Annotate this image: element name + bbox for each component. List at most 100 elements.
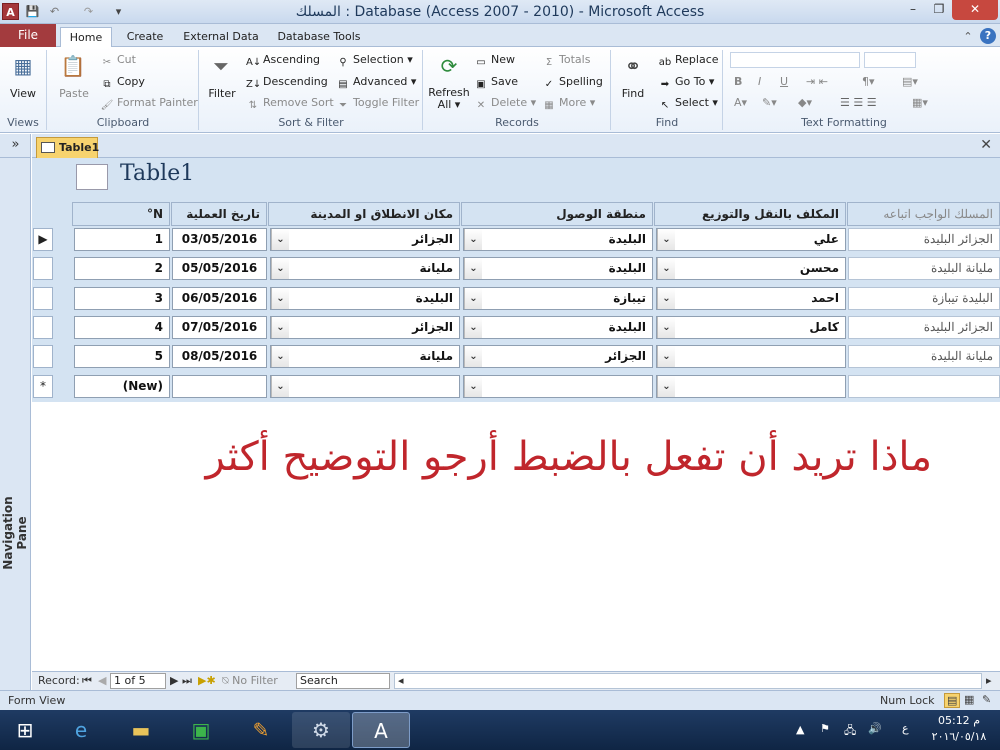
refresh-all-button[interactable]: Refresh All ▾ xyxy=(428,87,470,111)
binoculars-icon[interactable]: ⚭ xyxy=(618,51,648,81)
select-button[interactable]: ↖ Select ▾ xyxy=(658,96,718,112)
tab-external-data[interactable]: External Data xyxy=(180,27,262,47)
alternate-row-color-icon[interactable]: ▤▾ xyxy=(902,75,918,88)
cell-route[interactable]: الجزائر البليدة xyxy=(848,316,1000,339)
clock-time[interactable]: 05:12 م xyxy=(928,714,990,727)
cell-driver[interactable]: محسن ⌄ xyxy=(656,257,846,280)
navigation-pane-label[interactable]: Navigation Pane xyxy=(1,478,29,588)
italic-button[interactable]: I xyxy=(758,75,761,88)
tab-file[interactable]: File xyxy=(0,24,56,47)
cell-origin[interactable]: مليانة ⌄ xyxy=(270,345,460,368)
dropdown-arrow-icon[interactable]: ⌄ xyxy=(271,229,289,250)
dropdown-arrow-icon[interactable]: ⌄ xyxy=(271,346,289,367)
cell-driver[interactable]: كامل ⌄ xyxy=(656,316,846,339)
descending-button[interactable]: Z↓ Descending xyxy=(246,75,328,91)
cell-destination[interactable]: البليدة ⌄ xyxy=(463,316,653,339)
new-record-button[interactable]: ▭ New xyxy=(474,53,515,69)
start-windows-icon[interactable]: ⊞ xyxy=(0,712,50,748)
dropdown-arrow-icon[interactable]: ⌄ xyxy=(271,288,289,309)
last-record-icon[interactable]: ⏭ xyxy=(182,674,192,688)
cell-driver[interactable]: علي ⌄ xyxy=(656,228,846,251)
paste-icon[interactable]: 📋 xyxy=(58,51,88,81)
access-taskbar-icon[interactable]: A xyxy=(352,712,410,748)
dropdown-arrow-icon[interactable]: ⌄ xyxy=(464,346,482,367)
cell-route-new[interactable] xyxy=(848,375,1000,398)
cell-date[interactable]: 08/05/2016 xyxy=(172,345,267,368)
cell-origin[interactable]: مليانة ⌄ xyxy=(270,257,460,280)
navigation-pane-toggle[interactable]: » xyxy=(0,134,31,158)
tab-database-tools[interactable]: Database Tools xyxy=(272,27,366,47)
cell-route[interactable]: مليانة البليدة xyxy=(848,345,1000,368)
first-record-icon[interactable]: ⏮ xyxy=(82,674,92,688)
language-indicator[interactable]: ع xyxy=(902,722,909,735)
cell-date[interactable]: 03/05/2016 xyxy=(172,228,267,251)
cell-driver[interactable]: ⌄ xyxy=(656,345,846,368)
store-icon[interactable]: ▣ xyxy=(172,712,230,748)
cell-n[interactable]: 1 xyxy=(74,228,170,251)
search-input[interactable]: Search xyxy=(296,673,390,689)
network-icon[interactable]: 🖧 xyxy=(844,722,856,741)
indent-icon[interactable]: ⇥ ⇤ xyxy=(806,75,828,88)
dropdown-arrow-icon[interactable]: ⌄ xyxy=(657,317,675,338)
clock-date[interactable]: ٢٠١٦/٠٥/١٨ xyxy=(928,730,990,743)
horizontal-scrollbar[interactable] xyxy=(394,673,982,689)
next-record-icon[interactable]: ▶ xyxy=(170,674,178,687)
dropdown-arrow-icon[interactable]: ⌄ xyxy=(464,288,482,309)
filter-icon[interactable]: ⏷ xyxy=(206,51,236,81)
format-painter-button[interactable]: 🖌 Format Painter xyxy=(100,96,198,112)
dropdown-arrow-icon[interactable]: ⌄ xyxy=(271,376,289,397)
document-tab-table1[interactable]: Table1 xyxy=(36,137,99,158)
selection-button[interactable]: ⚲ Selection ▾ xyxy=(336,53,412,69)
replace-button[interactable]: ab Replace xyxy=(658,53,719,69)
internet-explorer-icon[interactable]: e xyxy=(52,712,110,748)
dropdown-arrow-icon[interactable]: ⌄ xyxy=(464,376,482,397)
goto-button[interactable]: ➡ Go To ▾ xyxy=(658,75,715,91)
cell-n[interactable]: 4 xyxy=(74,316,170,339)
minimize-ribbon-icon[interactable]: ⌃ xyxy=(960,27,976,47)
ascending-button[interactable]: A↓ Ascending xyxy=(246,53,320,69)
cell-destination[interactable]: البليدة ⌄ xyxy=(463,228,653,251)
new-record-nav-icon[interactable]: ▶✱ xyxy=(198,674,216,687)
gridlines-icon[interactable]: ▦▾ xyxy=(912,96,928,109)
previous-record-icon[interactable]: ◀ xyxy=(98,674,106,687)
highlight-icon[interactable]: ✎▾ xyxy=(762,96,777,109)
record-selector[interactable]: ▶ xyxy=(33,228,53,251)
volume-icon[interactable]: 🔊 xyxy=(868,722,882,735)
scroll-right-icon[interactable]: ▸ xyxy=(986,674,992,687)
dropdown-arrow-icon[interactable]: ⌄ xyxy=(657,258,675,279)
dropdown-arrow-icon[interactable]: ⌄ xyxy=(271,317,289,338)
cell-n-new[interactable]: (New) xyxy=(74,375,170,398)
dropdown-arrow-icon[interactable]: ⌄ xyxy=(464,258,482,279)
spelling-button[interactable]: ✓ Spelling xyxy=(542,75,603,91)
save-record-button[interactable]: ▣ Save xyxy=(474,75,518,91)
current-record-input[interactable]: 1 of 5 xyxy=(110,673,166,689)
dropdown-arrow-icon[interactable]: ⌄ xyxy=(657,346,675,367)
paragraph-direction-icon[interactable]: ¶▾ xyxy=(862,75,875,88)
file-explorer-icon[interactable]: ▬ xyxy=(112,712,170,748)
no-filter-button[interactable]: ⍉ No Filter xyxy=(222,674,278,688)
paint-icon[interactable]: ✎ xyxy=(232,712,290,748)
paste-button[interactable]: Paste xyxy=(54,87,94,100)
form-view-icon[interactable]: ▤ xyxy=(944,693,961,708)
cell-route[interactable]: الجزائر البليدة xyxy=(848,228,1000,251)
header-origin[interactable]: مكان الانطلاق او المدينة xyxy=(268,202,460,226)
dropdown-arrow-icon[interactable]: ⌄ xyxy=(657,376,675,397)
record-selector[interactable] xyxy=(33,316,53,339)
dropdown-arrow-icon[interactable]: ⌄ xyxy=(657,229,675,250)
navigation-pane[interactable]: » Navigation Pane xyxy=(0,134,31,690)
advanced-button[interactable]: ▤ Advanced ▾ xyxy=(336,75,416,91)
cell-destination[interactable]: تيبازة ⌄ xyxy=(463,287,653,310)
header-route[interactable]: المسلك الواجب اتباعه xyxy=(847,202,1000,226)
cell-destination[interactable]: البليدة ⌄ xyxy=(463,257,653,280)
design-view-icon[interactable]: ✎ xyxy=(982,693,991,706)
filter-button[interactable]: Filter xyxy=(202,87,242,100)
copy-button[interactable]: ⧉ Copy xyxy=(100,75,144,91)
header-n[interactable]: N° xyxy=(72,202,170,226)
cell-origin[interactable]: الجزائر ⌄ xyxy=(270,228,460,251)
delete-record-button[interactable]: ✕ Delete ▾ xyxy=(474,96,536,112)
restore-button[interactable]: ❐ xyxy=(926,0,952,20)
totals-button[interactable]: Σ Totals xyxy=(542,53,591,69)
toggle-filter-button[interactable]: ⏷ Toggle Filter xyxy=(336,96,419,112)
font-size-dropdown[interactable] xyxy=(864,52,916,68)
dropdown-arrow-icon[interactable]: ⌄ xyxy=(464,229,482,250)
